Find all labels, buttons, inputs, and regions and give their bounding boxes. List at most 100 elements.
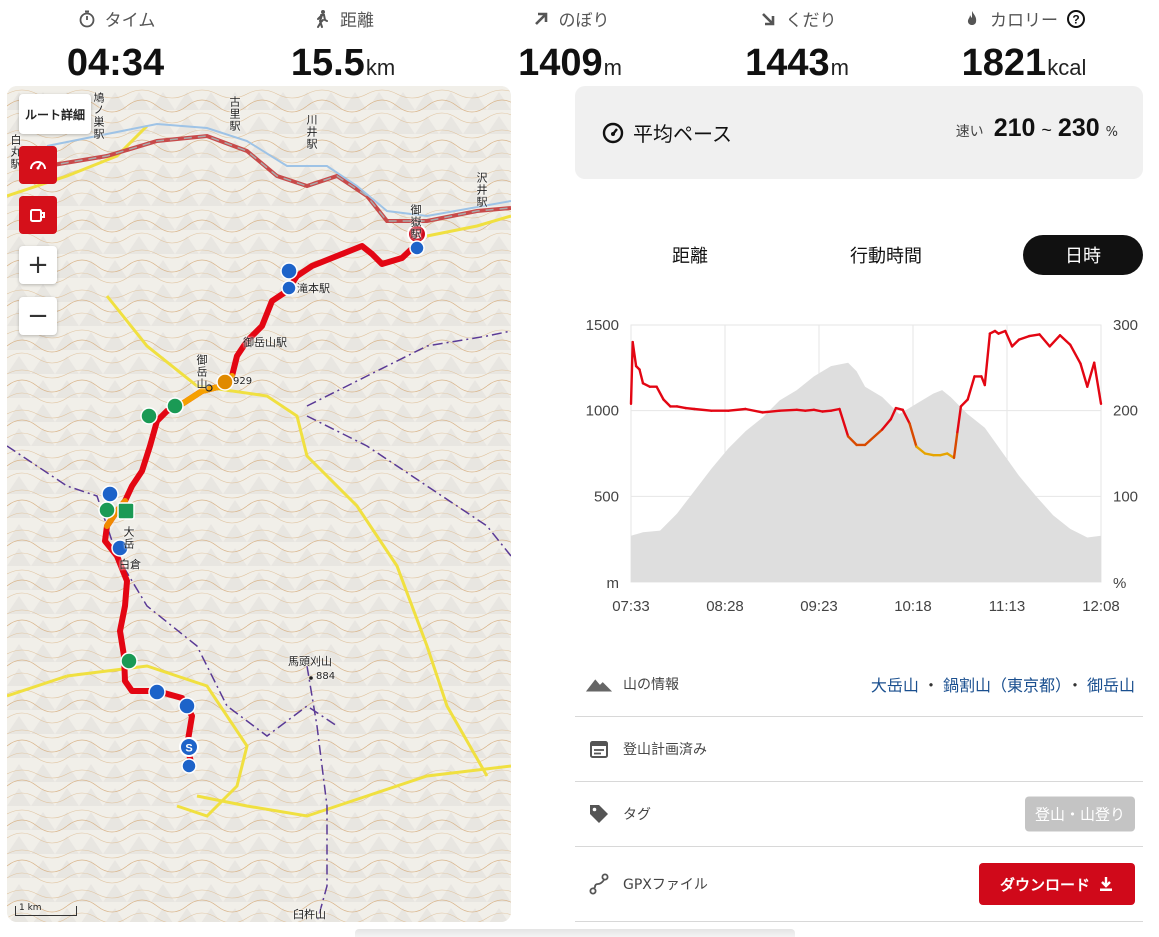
pace-line-segment	[812, 408, 824, 413]
pace-line-segment	[966, 375, 976, 401]
walker-icon	[317, 9, 328, 28]
svg-text:?: ?	[1072, 12, 1079, 26]
help-icon[interactable]: ?	[1066, 9, 1086, 29]
chart-x-tick: 09:23	[800, 598, 838, 615]
arrow-down-right-icon	[761, 12, 774, 25]
mountain-icon	[585, 679, 613, 692]
mountain-link-ontake[interactable]: 御岳山	[1087, 676, 1135, 695]
chart-y-left-tick: 1000	[586, 403, 619, 420]
tag-row: タグ 登山・山登り	[575, 782, 1143, 847]
route-map[interactable]: G S 古里駅 川井駅 沢井駅 鳩ノ巣駅 白丸駅 御嶽駅 滝本駅 御岳山駅 御岳…	[7, 86, 511, 922]
pace-line-segment	[1048, 334, 1062, 348]
label-shiroku: 白倉	[119, 558, 141, 571]
label-mitake-station: 御嶽駅	[409, 204, 422, 240]
rest-layer-button[interactable]	[19, 196, 57, 234]
gpx-row: GPXファイル ダウンロード	[575, 847, 1143, 922]
download-icon	[1100, 877, 1112, 891]
tag-icon	[590, 805, 608, 823]
pace-unit: %	[1105, 125, 1118, 140]
chart-x-tick: 12:08	[1082, 598, 1120, 615]
plan-label: 登山計画済み	[623, 742, 707, 758]
chart-y-right-tick: 200	[1113, 403, 1138, 420]
stat-ascent-label: のぼり	[558, 11, 610, 31]
average-pace-card: 平均ペース 速い 210 ~ 230 %	[575, 86, 1143, 179]
chart-x-tick: 08:28	[706, 598, 744, 615]
speedometer-icon	[602, 122, 624, 143]
tab-active-time[interactable]: 行動時間	[826, 235, 946, 275]
tab-datetime[interactable]: 日時	[1023, 235, 1143, 275]
flame-icon	[967, 10, 977, 25]
pace-line-segment	[959, 398, 969, 408]
zoom-out-button[interactable]: −	[19, 297, 57, 335]
stat-ascent-unit: m	[603, 55, 622, 80]
pace-line-segment	[1058, 334, 1072, 346]
pace-line-segment	[1017, 334, 1031, 341]
label-batokari-elevation: 884	[316, 671, 336, 682]
gpx-download-label: ダウンロード	[999, 875, 1090, 894]
route-detail-button[interactable]: ルート詳細	[19, 94, 91, 134]
elevation-pace-chart: 1500 300 1000 200 500 100 07:33 08:28 09:23 10:18…	[586, 317, 1138, 615]
map-scale: 1 km	[15, 903, 77, 916]
pace-line-segment	[804, 408, 816, 412]
arrow-up-right-icon	[534, 12, 547, 25]
plan-row: 登山計画済み	[575, 717, 1143, 782]
pace-label: 平均ペース	[633, 122, 732, 146]
label-batokariyama: 馬頭刈山	[288, 655, 332, 668]
pace-line-segment	[1079, 362, 1089, 388]
cup-icon	[30, 209, 45, 222]
pace-range-high: 230	[1057, 114, 1100, 142]
pace-line-segment	[761, 409, 781, 414]
tag-badge[interactable]: 登山・山登り	[1024, 796, 1135, 832]
pace-line-segment	[662, 398, 672, 408]
speedometer-icon	[30, 161, 46, 170]
pace-line-segment	[629, 340, 634, 406]
pace-line-segment	[1028, 333, 1041, 338]
label-ontake-elevation: 929	[233, 376, 253, 387]
pace-range-low: 210	[993, 114, 1036, 142]
gpx-label: GPXファイル	[623, 877, 708, 893]
pace-tilde: ~	[1041, 120, 1052, 140]
pace-line-segment	[1093, 361, 1103, 406]
stat-distance-label: 距離	[340, 11, 374, 31]
pace-line-segment	[655, 385, 665, 401]
pace-line-segment	[727, 407, 747, 412]
zoom-in-button[interactable]: +	[19, 246, 57, 284]
label-hatonosu-station: 鳩ノ巣駅	[92, 92, 105, 140]
route-icon	[589, 873, 609, 895]
chart-y-left-tick: 1500	[586, 317, 619, 334]
map-terrain: G S	[7, 86, 511, 922]
pace-line-segment	[1038, 333, 1051, 348]
label-kawai-station: 川井駅	[305, 114, 318, 150]
pace-layer-button[interactable]	[19, 146, 57, 184]
label-takimoto-station: 滝本駅	[297, 282, 330, 295]
chart-y-right-tick: 100	[1113, 488, 1138, 505]
stopwatch-icon	[79, 10, 95, 27]
pace-line-segment	[692, 407, 713, 412]
stat-distance-value: 15.5	[290, 42, 365, 84]
pace-line-segment	[923, 452, 935, 457]
pace-line-segment	[675, 405, 687, 410]
chart-x-tick: 10:18	[894, 598, 932, 615]
mountain-link-odake[interactable]: 大岳山	[871, 676, 919, 695]
stat-time-value: 04:34	[66, 42, 165, 84]
gpx-download-button[interactable]: ダウンロード	[979, 863, 1135, 905]
stat-calorie-unit: kcal	[1047, 55, 1087, 80]
pace-line-segment	[829, 407, 841, 412]
pace-fast-label: 速い	[955, 124, 984, 140]
calendar-icon	[590, 741, 608, 758]
stat-ascent-value: 1409	[518, 42, 603, 84]
label-ontake-mountain: 御岳山	[195, 354, 208, 390]
tab-distance[interactable]: 距離	[630, 235, 750, 275]
stat-distance-unit: km	[365, 55, 396, 80]
elevation-area	[631, 362, 1101, 582]
label-usukiyama: 臼杵山	[293, 908, 326, 921]
pace-line-segment	[821, 409, 833, 413]
stat-descent-unit: m	[830, 55, 849, 80]
tag-label: タグ	[623, 807, 651, 823]
pace-line-segment	[1004, 329, 1014, 348]
mountain-link-nabewari[interactable]: 鍋割山（東京都）	[943, 676, 1063, 695]
chart-x-tick: 11:13	[989, 598, 1025, 615]
stat-time-label: タイム	[104, 11, 156, 31]
chart-y-right-tick: 300	[1113, 317, 1138, 334]
bottom-bar	[355, 929, 795, 937]
